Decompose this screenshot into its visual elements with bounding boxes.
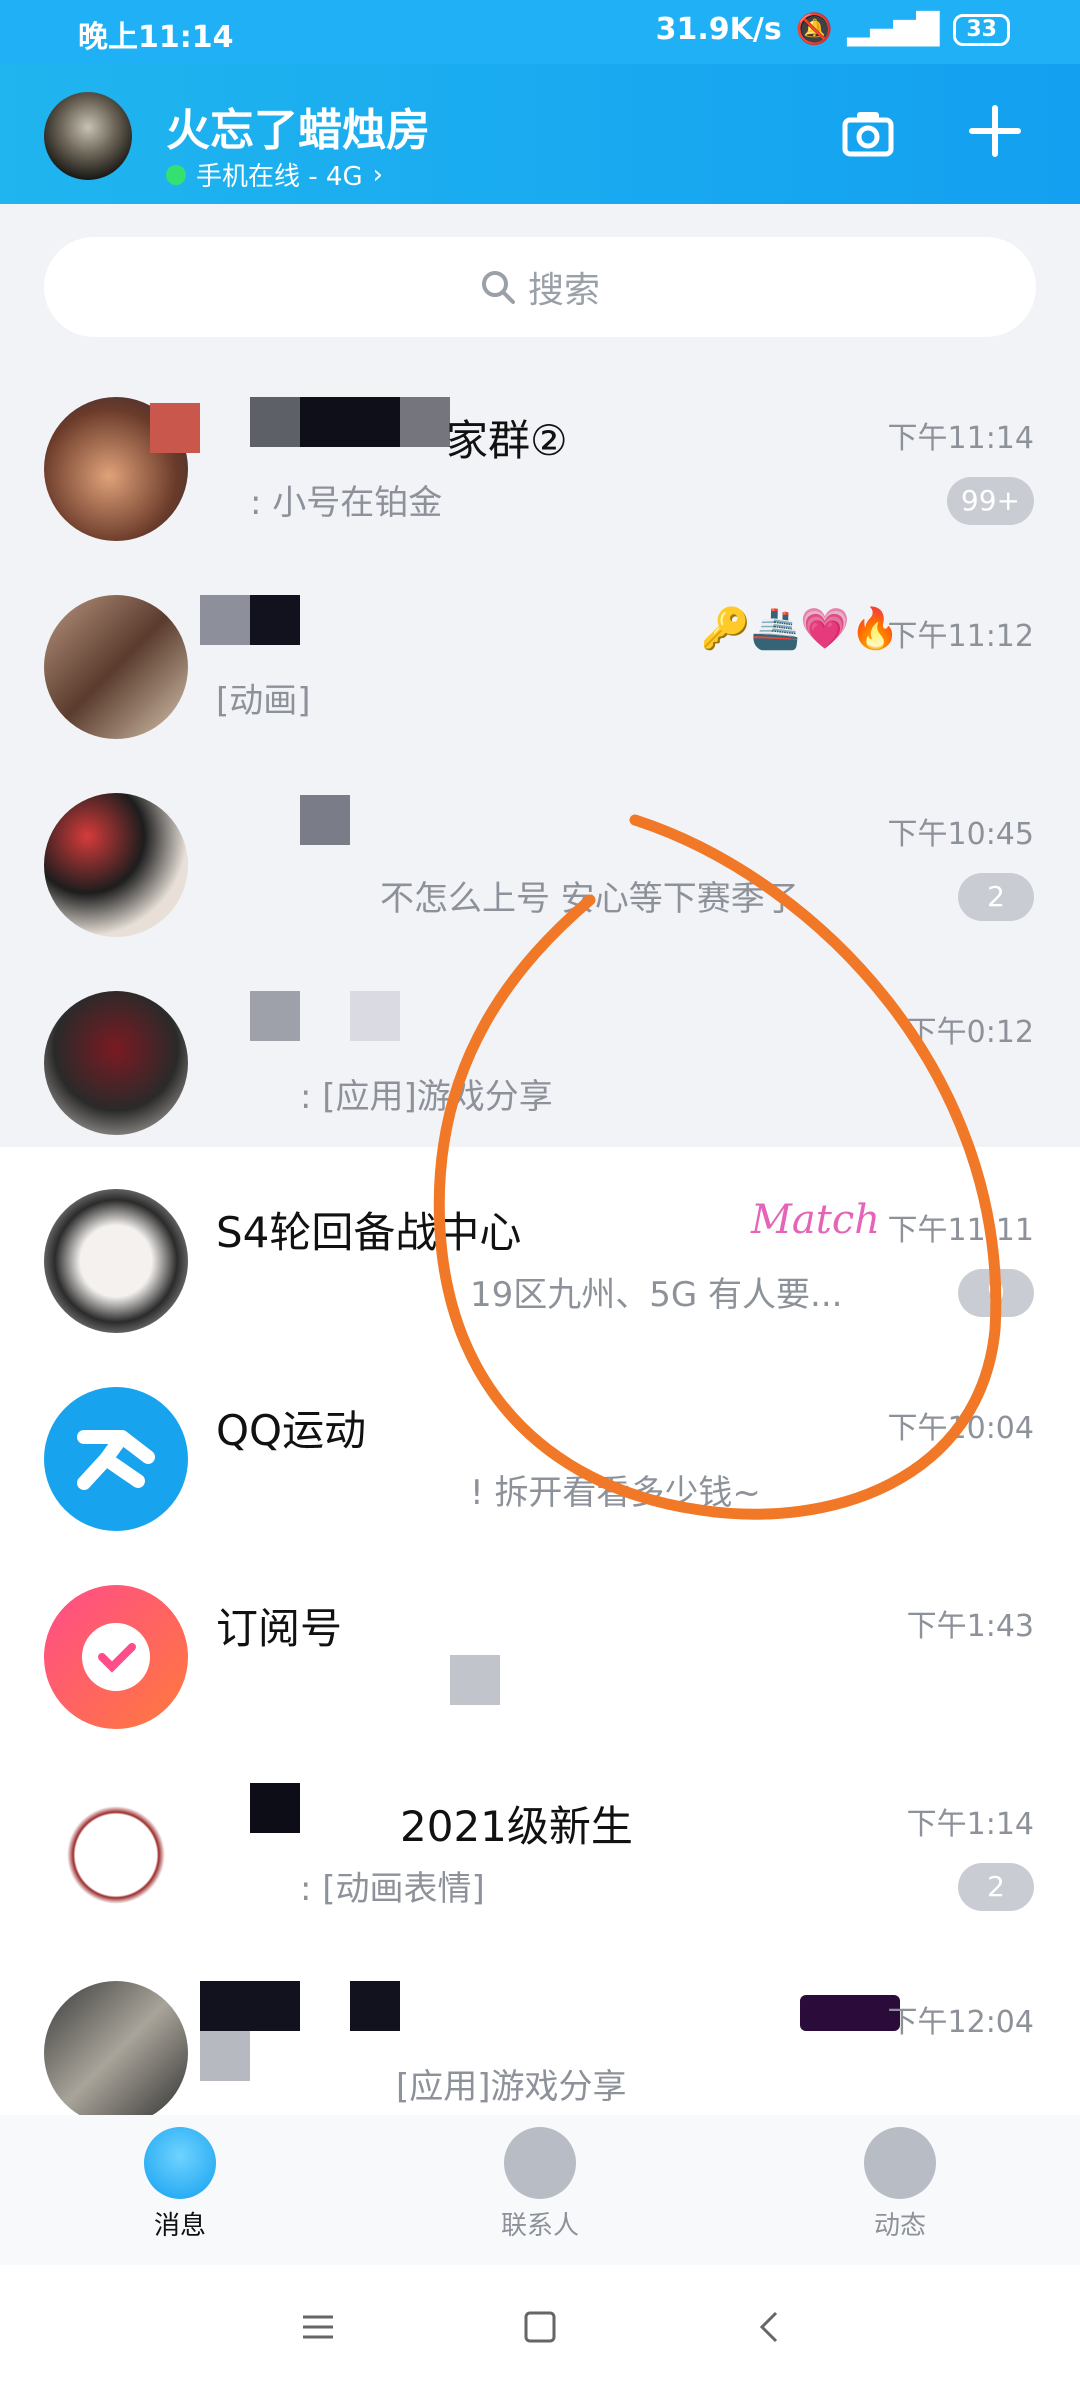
chat-time: 下午12:04 (887, 2005, 1034, 2040)
chat-row[interactable]: 家群② : 小号在铂金 下午11:14 99+ (0, 355, 1080, 553)
system-nav-bar (0, 2265, 1080, 2400)
bottom-tab-bar: 消息 联系人 动态 (0, 2115, 1080, 2265)
mosaic-blur (250, 1783, 300, 1833)
chat-message: 19区九州、5G 有人要... (470, 1275, 843, 1315)
verified-badge-icon (82, 1623, 150, 1691)
tab-messages[interactable]: 消息 (80, 2127, 280, 2242)
contacts-icon (504, 2127, 576, 2199)
home-icon[interactable] (522, 2309, 558, 2345)
search-input[interactable]: 搜索 (44, 237, 1036, 337)
unread-badge: 99+ (946, 477, 1034, 525)
network-speed: 31.9K/s (655, 12, 782, 47)
tab-contacts[interactable]: 联系人 (440, 2127, 640, 2242)
chat-message: [动画] (216, 681, 311, 721)
chat-row[interactable]: [应用]游戏分享 下午12:04 (0, 1939, 1080, 2137)
online-status-text: 手机在线 - 4G (196, 162, 363, 192)
status-bar: 晚上11:14 31.9K/s 🔕 ▂▄▆█ 33 (0, 0, 1080, 64)
chat-time: 下午11:14 (887, 421, 1034, 456)
chat-row[interactable]: : [应用]游戏分享 下午0:12 (0, 949, 1080, 1147)
status-right: 31.9K/s 🔕 ▂▄▆█ 33 (656, 12, 1010, 47)
mosaic-blur (200, 595, 250, 645)
profile-name[interactable]: 火忘了蜡烛房 (166, 94, 430, 158)
chat-avatar (44, 595, 188, 739)
mosaic-blur (250, 991, 300, 1041)
mosaic-blur (200, 2031, 250, 2081)
level-sticker (800, 1995, 900, 2031)
add-icon[interactable] (968, 104, 1022, 158)
chat-time: 下午10:45 (887, 817, 1034, 852)
chat-name: QQ运动 (216, 1406, 367, 1455)
mosaic-blur (250, 595, 300, 645)
search-icon (481, 271, 515, 304)
chat-row[interactable]: QQ运动 ! 拆开看看多少钱~ 下午10:04 (0, 1345, 1080, 1543)
chat-message: : [动画表情] (300, 1869, 485, 1909)
back-icon[interactable] (752, 2309, 788, 2345)
battery-icon: 33 (953, 13, 1010, 46)
status-time: 晚上11:14 (78, 20, 234, 55)
chat-name: 2021级新生 (400, 1802, 633, 1851)
chat-name: S4轮回备战中心 (216, 1208, 522, 1257)
chat-message: ! 拆开看看多少钱~ (470, 1473, 761, 1513)
moments-icon (864, 2127, 936, 2199)
chat-message: [应用]游戏分享 (396, 2067, 627, 2107)
tab-moments-label: 动态 (873, 2211, 926, 2241)
my-avatar[interactable] (44, 92, 132, 180)
app-header: 火忘了蜡烛房 手机在线 - 4G › (0, 64, 1080, 204)
match-sticker: Match (750, 1197, 880, 1243)
chat-time: 下午1:43 (906, 1609, 1034, 1644)
subscription-avatar (44, 1585, 188, 1729)
mosaic-blur (300, 397, 400, 447)
mosaic-blur (450, 1655, 500, 1705)
unread-badge: 9 (958, 1269, 1034, 1317)
unread-badge: 2 (958, 873, 1034, 921)
chat-time: 下午1:14 (906, 1807, 1034, 1842)
chat-time: 下午10:04 (887, 1411, 1034, 1446)
chat-message: : [应用]游戏分享 (300, 1077, 553, 1117)
runner-icon (77, 1430, 155, 1490)
mosaic-blur (350, 1981, 400, 2031)
chat-row[interactable]: 不怎么上号 安心等下赛季了 下午10:45 2 (0, 751, 1080, 949)
online-status[interactable]: 手机在线 - 4G › (166, 156, 383, 193)
signal-icon: ▂▄▆█ (847, 12, 940, 47)
chat-avatar (44, 1981, 188, 2125)
messages-icon (144, 2127, 216, 2199)
chat-list: 家群② : 小号在铂金 下午11:14 99+ [动画] 🔑🚢💗🔥 下午11:1… (0, 355, 1080, 2137)
chevron-right-icon: › (372, 159, 384, 190)
chat-row[interactable]: 订阅号 下午1:43 (0, 1543, 1080, 1741)
qq-sport-avatar (44, 1387, 188, 1531)
chat-time: 下午0:12 (906, 1015, 1034, 1050)
chat-avatar (44, 1783, 188, 1927)
mosaic-blur (250, 397, 300, 447)
chat-avatar (44, 1189, 188, 1333)
unread-badge: 2 (958, 1863, 1034, 1911)
chat-name: 家群② (446, 416, 568, 465)
chat-avatar (44, 991, 188, 1135)
tab-moments[interactable]: 动态 (800, 2127, 1000, 2242)
chat-avatar (44, 793, 188, 937)
mosaic-blur (200, 1981, 300, 2031)
chat-name: 订阅号 (216, 1604, 343, 1653)
chat-message: 不怎么上号 安心等下赛季了 (380, 879, 799, 919)
chat-row[interactable]: S4轮回备战中心 19区九州、5G 有人要... Match 下午11:11 9 (0, 1147, 1080, 1345)
online-dot-icon (166, 164, 186, 185)
mosaic-blur (300, 795, 350, 845)
chat-row[interactable]: 2021级新生 : [动画表情] 下午1:14 2 (0, 1741, 1080, 1939)
chat-row[interactable]: [动画] 🔑🚢💗🔥 下午11:12 (0, 553, 1080, 751)
camera-icon[interactable] (842, 108, 894, 160)
mute-icon: 🔕 (795, 12, 834, 47)
menu-icon[interactable] (300, 2309, 336, 2345)
status-emoji-icons: 🔑🚢💗🔥 (700, 606, 900, 652)
chat-time: 下午11:11 (887, 1213, 1034, 1248)
chat-time: 下午11:12 (887, 619, 1034, 654)
search-placeholder: 搜索 (527, 270, 600, 311)
mosaic-blur (350, 991, 400, 1041)
chat-message: : 小号在铂金 (250, 483, 443, 523)
tab-messages-label: 消息 (153, 2211, 206, 2241)
mosaic-blur (400, 397, 450, 447)
tab-contacts-label: 联系人 (500, 2211, 579, 2241)
mosaic-blur (150, 403, 200, 453)
